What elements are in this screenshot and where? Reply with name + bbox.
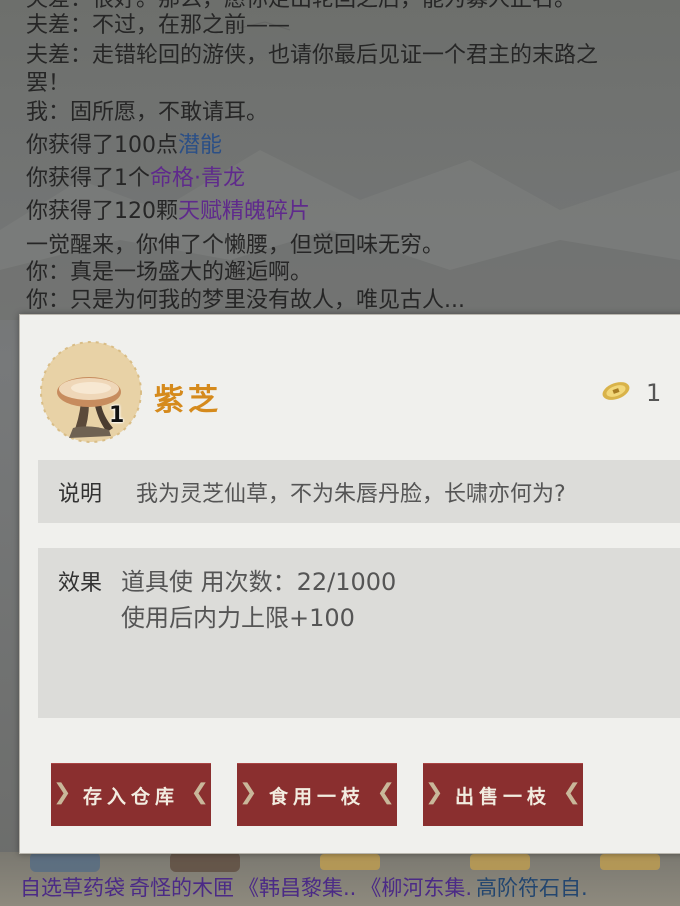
log-line: 夫差：不过，在那之前——: [26, 13, 291, 38]
lingzhi-mushroom-icon: [39, 340, 143, 444]
effect-panel: 效果 道具使 用次数：22/1000 使用后内力上限+100: [38, 548, 680, 718]
item-name: 紫芝: [154, 383, 222, 418]
description-label: 说明: [58, 482, 103, 507]
log-line: 你获得了1个命格·青龙: [26, 166, 245, 191]
store-in-warehouse-button[interactable]: ❯ 存入仓库 ❮: [51, 763, 211, 826]
sell-button-label: 出售一枝: [454, 785, 551, 808]
log-line: 我：固所愿，不敢请耳。: [26, 100, 269, 125]
price-value: 1: [646, 379, 662, 407]
eat-button-label: 食用一枝: [268, 785, 365, 808]
item-detail-dialog: 1 紫芝 1 说明 我为灵芝仙草，不为朱唇丹脸，长啸亦何为? 效果 道具使 用次…: [19, 314, 680, 854]
item-count: 1: [109, 403, 125, 428]
description-text: 我为灵芝仙草，不为朱唇丹脸，长啸亦何为?: [136, 482, 566, 507]
chevron-left-icon: ❮: [562, 780, 581, 805]
eat-one-button[interactable]: ❯ 食用一枝 ❮: [237, 763, 397, 826]
inventory-item[interactable]: 奇怪的木匣: [129, 876, 234, 900]
chevron-right-icon: ❯: [53, 780, 72, 805]
chevron-left-icon: ❮: [376, 780, 395, 805]
store-button-label: 存入仓库: [82, 785, 179, 808]
inventory-item[interactable]: 《韩昌黎集..: [238, 876, 356, 900]
inventory-item-labels: 自选草药袋 奇怪的木匣 《韩昌黎集.. 《柳河东集. 高阶符石自.: [20, 872, 592, 902]
coin-icon: [600, 380, 632, 406]
log-line: 你获得了100点潜能: [26, 133, 223, 158]
log-line: 你获得了120颗天赋精魄碎片: [26, 199, 311, 224]
log-line: 一觉醒来，你伸了个懒腰，但觉回味无穷。: [26, 233, 445, 258]
item-price: 1: [600, 379, 661, 407]
effect-line: 使用后内力上限+100: [121, 604, 355, 632]
description-panel: 说明 我为灵芝仙草，不为朱唇丹脸，长啸亦何为?: [38, 460, 680, 523]
effect-line: 道具使 用次数：22/1000: [121, 568, 397, 596]
chevron-right-icon: ❯: [425, 780, 444, 805]
log-line: 你：真是一场盛大的邂逅啊。: [26, 260, 313, 285]
inventory-item[interactable]: 高阶符石自.: [476, 876, 588, 900]
effect-label: 效果: [58, 571, 103, 596]
chevron-left-icon: ❮: [190, 780, 209, 805]
log-line: 夫差：走错轮回的游侠，也请你最后见证一个君主的末路之: [26, 43, 599, 68]
log-line: 罢！: [26, 71, 71, 96]
log-line: 你：只是为何我的梦里没有故人，唯见古人...: [26, 288, 465, 313]
inventory-item[interactable]: 《柳河东集.: [360, 876, 472, 900]
inventory-item[interactable]: 自选草药袋: [20, 876, 125, 900]
chevron-right-icon: ❯: [239, 780, 258, 805]
sell-one-button[interactable]: ❯ 出售一枝 ❮: [423, 763, 583, 826]
game-screen: 夫差：很好。那么，愿你走出轮回之后，能为募人正名。 夫差：不过，在那之前—— 夫…: [0, 0, 680, 906]
